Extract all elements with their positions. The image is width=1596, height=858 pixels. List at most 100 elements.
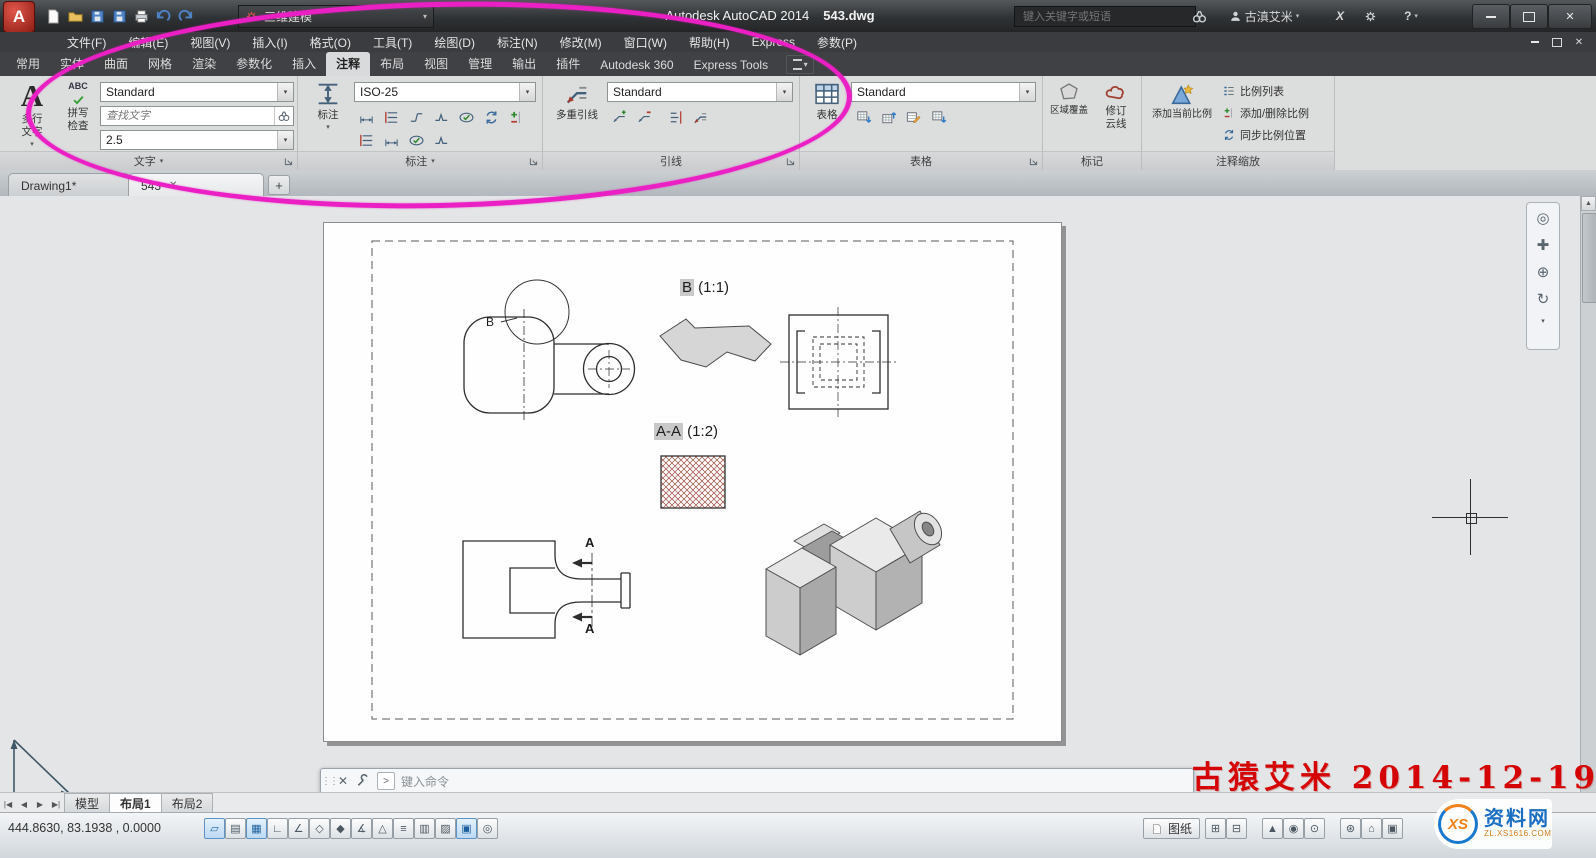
toolbar-lock-icon[interactable]: ⌂ (1361, 818, 1382, 839)
clean-screen-icon[interactable]: ▣ (1382, 818, 1403, 839)
command-customize-wrench-icon[interactable] (353, 771, 373, 791)
command-line[interactable]: ⋮⋮ ✕ > 键入命令 (320, 768, 1194, 794)
object-snap-3d-icon[interactable]: ◆ (330, 818, 351, 839)
maximize-button[interactable] (1510, 4, 1548, 29)
plot-icon[interactable] (132, 7, 151, 26)
panel-table-footer[interactable]: 表格 (800, 151, 1042, 170)
text-style-combo[interactable]: Standard ▾ (100, 82, 294, 102)
leader-remove-icon[interactable] (632, 106, 657, 129)
dim-tolerance-icon[interactable] (404, 129, 429, 152)
scrollbar-thumb[interactable] (1582, 213, 1596, 303)
text-height-combo[interactable]: 2.5 ▾ (100, 130, 294, 150)
ortho-mode-icon[interactable]: ∟ (267, 818, 288, 839)
table-link-upload-icon[interactable] (876, 106, 901, 129)
menu-help[interactable]: 帮助(H) (678, 32, 741, 52)
find-text-field[interactable] (100, 106, 294, 126)
find-binoculars-icon[interactable] (274, 107, 293, 125)
tab-layout[interactable]: 布局 (370, 52, 414, 76)
leader-add-icon[interactable] (607, 106, 632, 129)
sync-scale-positions-button[interactable]: 同步比例位置 (1222, 127, 1306, 143)
object-snap-icon[interactable]: ◇ (309, 818, 330, 839)
pan-icon[interactable]: ✚ (1537, 236, 1550, 254)
dimension-button[interactable]: 标注 ▾ (306, 80, 350, 134)
snap-mode-icon[interactable]: ▤ (225, 818, 246, 839)
menu-modify[interactable]: 修改(M) (549, 32, 613, 52)
annotation-autoscale-icon[interactable]: ⊙ (1304, 818, 1325, 839)
sign-in-button[interactable]: 古滇艾米 ▾ (1216, 6, 1312, 26)
add-current-scale-button[interactable]: 添加当前比例 (1146, 80, 1218, 121)
dim-update-icon[interactable] (479, 106, 504, 129)
tab-mesh[interactable]: 网格 (138, 52, 182, 76)
new-tab-button[interactable]: + (268, 175, 290, 195)
new-file-icon[interactable] (44, 7, 63, 26)
workspace-dropdown[interactable]: 三维建模 ▾ (238, 5, 434, 28)
dim-quick-icon[interactable] (379, 129, 404, 152)
menu-format[interactable]: 格式(O) (299, 32, 362, 52)
file-tab-drawing1[interactable]: Drawing1* (8, 173, 130, 197)
help-button[interactable]: ? ▾ (1396, 6, 1426, 26)
leader-collect-icon[interactable] (688, 106, 713, 129)
table-link-download-icon[interactable] (851, 106, 876, 129)
tab-autodesk360[interactable]: Autodesk 360 (590, 55, 683, 76)
annotation-visibility-icon[interactable]: ◉ (1283, 818, 1304, 839)
mtext-button[interactable]: A 多行 文字 ▾ (8, 80, 56, 151)
selection-cycling-icon[interactable]: ◎ (477, 818, 498, 839)
transparency-icon[interactable]: ▨ (435, 818, 456, 839)
tab-home[interactable]: 常用 (6, 52, 50, 76)
menu-dimension[interactable]: 标注(N) (486, 32, 549, 52)
menu-window[interactable]: 窗口(W) (613, 32, 678, 52)
find-text-input[interactable] (101, 110, 274, 122)
table-edit-icon[interactable] (901, 106, 926, 129)
dim-style-combo[interactable]: ISO-25 ▾ (354, 82, 536, 102)
tab-layout2[interactable]: 布局2 (160, 793, 214, 813)
exchange-apps-icon[interactable]: X (1330, 6, 1350, 26)
dim-center-mark-icon[interactable] (429, 129, 454, 152)
panel-markup-footer[interactable]: 标记 (1043, 151, 1141, 170)
table-button[interactable]: 表格 (806, 80, 848, 121)
menu-file[interactable]: 文件(F) (56, 32, 117, 52)
panel-leader-footer[interactable]: 引线 (543, 151, 799, 170)
recent-commands-icon[interactable]: > (377, 772, 395, 790)
menu-insert[interactable]: 插入(I) (241, 32, 298, 52)
ribbon-collapse-button[interactable]: ▾ (786, 55, 815, 74)
dim-jog-icon[interactable] (429, 106, 454, 129)
tab-manage[interactable]: 管理 (458, 52, 502, 76)
panel-annotation-scaling-footer[interactable]: 注释缩放 (1142, 151, 1334, 170)
application-menu-button[interactable]: A (3, 1, 35, 33)
polar-tracking-icon[interactable]: ∠ (288, 818, 309, 839)
panel-dimension-launcher[interactable] (527, 155, 540, 168)
doc-restore-icon[interactable] (1548, 35, 1566, 49)
leader-align-icon[interactable] (663, 106, 688, 129)
next-layout-icon[interactable]: ▶ (32, 795, 48, 813)
close-button[interactable]: ✕ (1548, 4, 1592, 29)
tab-view[interactable]: 视图 (414, 52, 458, 76)
panel-table-launcher[interactable] (1027, 155, 1040, 168)
quick-properties-icon[interactable]: ▣ (456, 818, 477, 839)
tab-insert[interactable]: 插入 (282, 52, 326, 76)
quick-view-drawings-icon[interactable]: ⊟ (1226, 818, 1247, 839)
revcloud-button[interactable]: 修订 云线 (1094, 80, 1138, 130)
navigation-wheel-icon[interactable]: ◎ (1536, 209, 1549, 227)
dim-continue-icon[interactable] (379, 106, 404, 129)
scroll-up-icon[interactable]: ▲ (1581, 196, 1596, 211)
command-close-icon[interactable]: ✕ (333, 771, 353, 791)
wipeout-button[interactable]: 区域覆盖 (1046, 80, 1092, 117)
drawing-canvas[interactable]: B (1:1) A-A (1:2) B A A ◎ ✚ ⊕ ↻ ▾ ▲ (0, 196, 1596, 812)
infer-constraints-icon[interactable]: ▱ (204, 818, 225, 839)
panel-leader-launcher[interactable] (784, 155, 797, 168)
tab-output[interactable]: 输出 (502, 52, 546, 76)
tab-solid[interactable]: 实体 (50, 52, 94, 76)
menu-express[interactable]: Express (741, 32, 806, 52)
tab-plugins[interactable]: 插件 (546, 52, 590, 76)
tab-express-tools[interactable]: Express Tools (684, 55, 778, 76)
navbar-more-icon[interactable]: ▾ (1541, 317, 1545, 325)
first-layout-icon[interactable]: |◀ (0, 795, 16, 813)
search-binoculars-icon[interactable] (1188, 6, 1210, 26)
infocenter-search[interactable] (1014, 6, 1196, 27)
panel-dimension-footer[interactable]: 标注 ▾ (298, 151, 542, 170)
tab-parametric[interactable]: 参数化 (226, 52, 282, 76)
save-icon[interactable] (88, 7, 107, 26)
undo-icon[interactable] (154, 7, 173, 26)
menu-parameters[interactable]: 参数(P) (806, 32, 868, 52)
menu-draw[interactable]: 绘图(D) (423, 32, 486, 52)
